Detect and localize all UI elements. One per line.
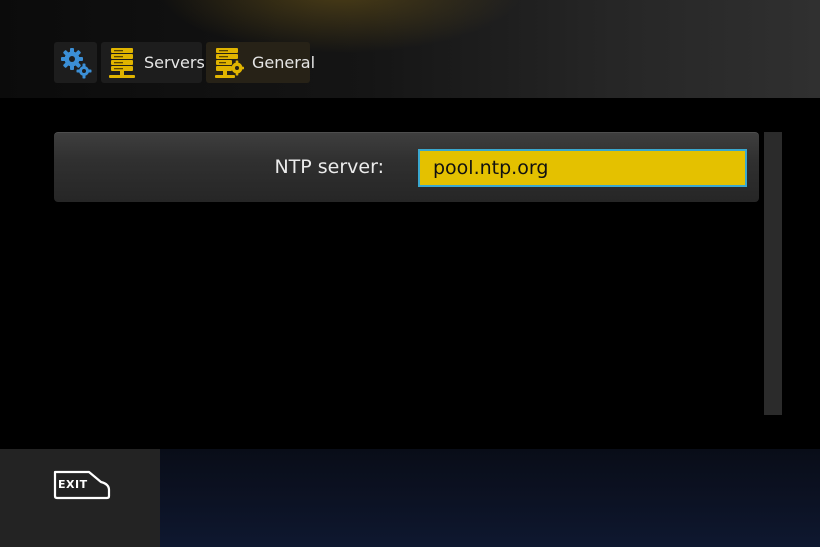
ntp-server-label: NTP server:	[274, 156, 384, 178]
breadcrumb-general[interactable]: General	[206, 42, 315, 83]
breadcrumb-settings[interactable]	[54, 42, 97, 83]
breadcrumb: Servers General	[54, 42, 315, 83]
exit-button[interactable]: EXIT	[53, 470, 111, 500]
breadcrumb-servers-label: Servers	[144, 53, 205, 72]
ntp-server-setting-row[interactable]: NTP server: pool.ntp.org	[54, 132, 759, 202]
scrollbar[interactable]	[764, 132, 782, 415]
exit-label: EXIT	[58, 478, 88, 491]
ntp-server-input[interactable]: pool.ntp.org	[418, 149, 747, 187]
breadcrumb-servers[interactable]: Servers	[101, 42, 205, 83]
gears-icon	[59, 46, 93, 80]
server-stack-icon	[108, 47, 136, 79]
settings-screen: Servers General NTP server: pool.ntp.org…	[0, 0, 820, 547]
breadcrumb-general-label: General	[252, 53, 316, 72]
server-settings-icon	[214, 47, 244, 79]
